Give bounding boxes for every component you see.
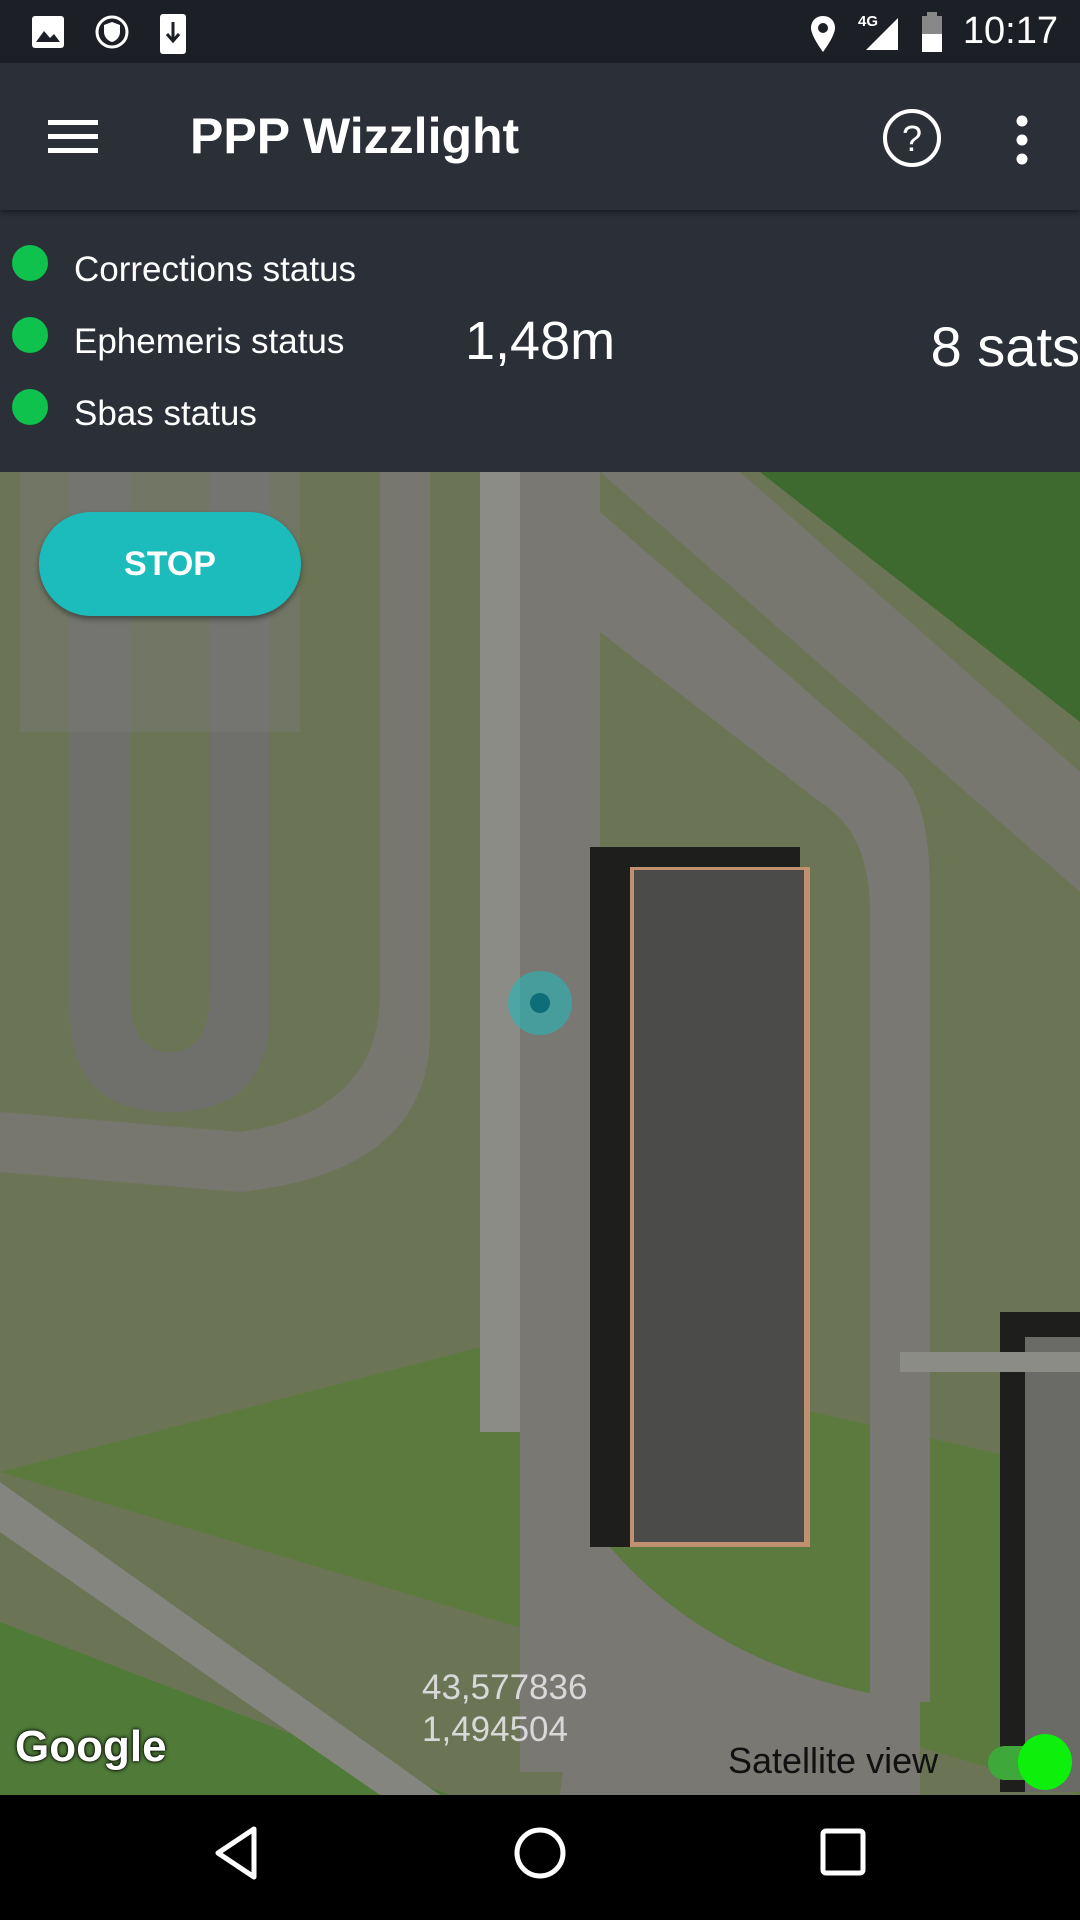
status-indicator-dot — [12, 389, 48, 425]
status-indicator-dot — [12, 245, 48, 281]
current-location-marker — [508, 971, 572, 1035]
svg-text:4G: 4G — [858, 13, 878, 30]
download-icon — [160, 14, 186, 54]
status-indicator-dot — [12, 317, 48, 353]
status-label: Corrections status — [74, 250, 357, 289]
back-icon[interactable] — [210, 1823, 260, 1883]
sbas-status: Sbas status — [12, 389, 257, 434]
satellite-imagery — [0, 472, 1080, 1795]
stop-button[interactable]: STOP — [39, 512, 301, 616]
status-label: Sbas status — [74, 394, 257, 433]
clock: 10:17 — [962, 10, 1058, 52]
svg-text:?: ? — [902, 118, 922, 159]
status-label: Ephemeris status — [74, 322, 345, 361]
image-icon — [32, 16, 64, 48]
accuracy-value: 1,48m — [465, 311, 616, 371]
satellite-view-toggle[interactable] — [988, 1734, 1072, 1790]
home-icon[interactable] — [510, 1823, 570, 1883]
ephemeris-status: Ephemeris status — [12, 317, 345, 362]
vpn-shield-icon — [95, 15, 129, 49]
navigation-bar — [0, 1795, 1080, 1920]
status-bar: 4G 10:17 — [0, 0, 1080, 63]
app-title: PPP Wizzlight — [190, 108, 520, 164]
menu-icon[interactable] — [48, 118, 98, 154]
status-panel: Corrections status Ephemeris status Sbas… — [0, 210, 1080, 472]
latitude-value: 43,577836 — [422, 1668, 588, 1707]
battery-icon — [922, 12, 942, 52]
toggle-thumb — [1018, 1734, 1072, 1790]
satellite-count: 8 sats — [930, 315, 1080, 378]
corrections-status: Corrections status — [12, 245, 357, 290]
more-vert-icon[interactable] — [1010, 115, 1034, 165]
map-view[interactable]: STOP 43,577836 1,494504 Google Satellite… — [0, 472, 1080, 1795]
longitude-value: 1,494504 — [422, 1710, 568, 1749]
help-icon[interactable]: ? — [882, 107, 942, 169]
google-logo: Google — [15, 1722, 167, 1771]
signal-icon: 4G — [858, 13, 898, 50]
recents-icon[interactable] — [818, 1823, 868, 1883]
satellite-view-label: Satellite view — [728, 1740, 939, 1781]
coordinates-readout: 43,577836 1,494504 — [422, 1667, 587, 1751]
app-bar: PPP Wizzlight ? — [0, 63, 1080, 210]
location-pin-icon — [811, 16, 835, 52]
